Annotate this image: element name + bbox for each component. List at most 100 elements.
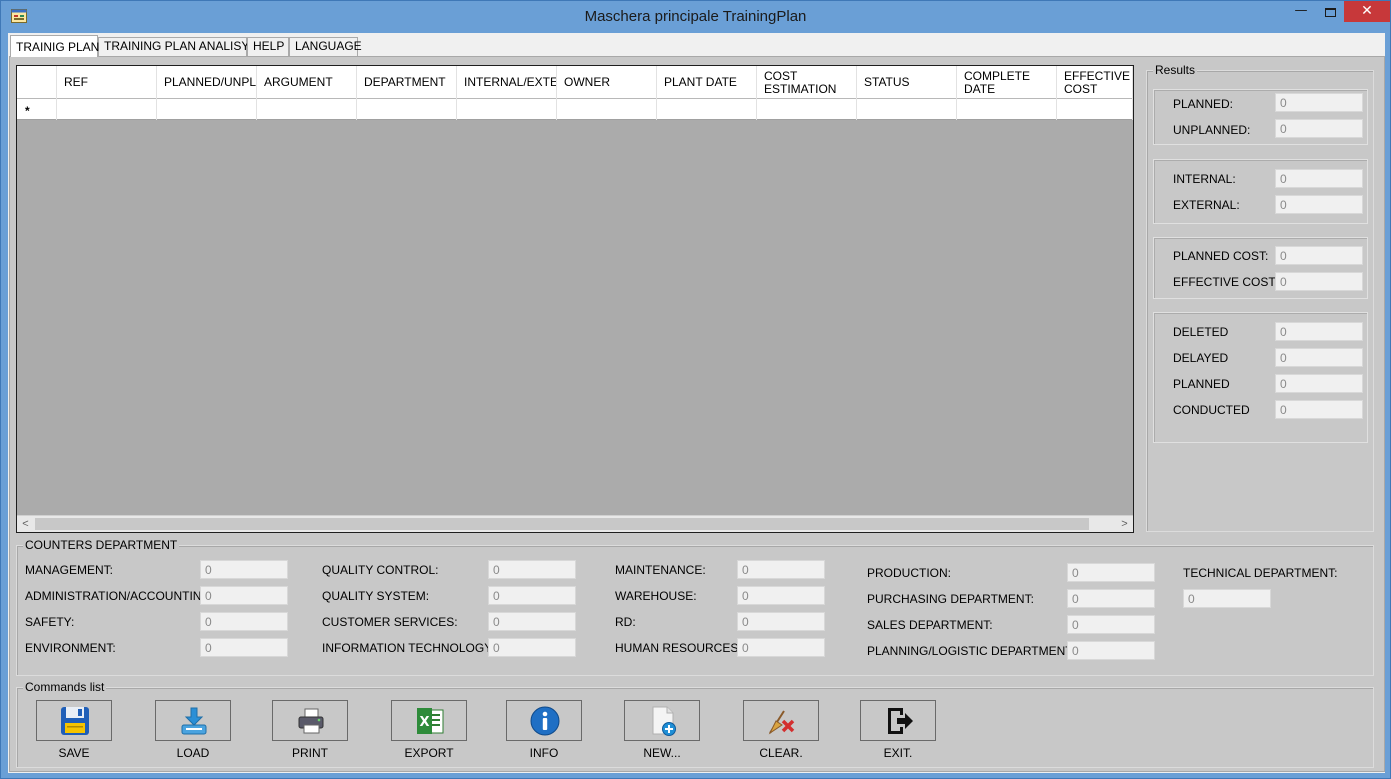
- column-header-planned-unplanned[interactable]: PLANNED/UNPLANNED: [157, 66, 257, 99]
- deleted-count-field[interactable]: 0: [1275, 322, 1363, 341]
- grid-cell[interactable]: [1057, 99, 1133, 120]
- column-header-argument[interactable]: ARGUMENT: [257, 66, 357, 99]
- purchasing-count-field[interactable]: 0: [1067, 589, 1155, 608]
- management-count-field[interactable]: 0: [200, 560, 288, 579]
- grid-cell[interactable]: [857, 99, 957, 120]
- grid-cell[interactable]: [457, 99, 557, 120]
- new-button[interactable]: [624, 700, 700, 741]
- safety-count-field[interactable]: 0: [200, 612, 288, 631]
- exit-button[interactable]: [860, 700, 936, 741]
- grid-header: REF PLANNED/UNPLANNED ARGUMENT DEPARTMEN…: [17, 66, 1133, 99]
- tab-training-plan-analysis[interactable]: TRAINING PLAN ANALISYS: [98, 37, 257, 56]
- production-count-field[interactable]: 0: [1067, 563, 1155, 582]
- grid-cell[interactable]: [557, 99, 657, 120]
- unplanned-count-field[interactable]: 0: [1275, 119, 1363, 138]
- exit-door-icon: [888, 708, 913, 734]
- column-header-internal-external[interactable]: INTERNAL/EXTERNAL: [457, 66, 557, 99]
- scroll-thumb[interactable]: [35, 518, 1089, 530]
- close-button[interactable]: ✕: [1344, 1, 1390, 22]
- scroll-left-button[interactable]: <: [17, 516, 34, 532]
- information-technology-count-field[interactable]: 0: [488, 638, 576, 657]
- internal-count-field[interactable]: 0: [1275, 169, 1363, 188]
- tab-language[interactable]: LANGUAGE: [289, 37, 362, 56]
- floppy-disk-icon: [61, 707, 89, 735]
- commands-list-title: Commands list: [23, 680, 107, 694]
- save-label: SAVE: [58, 746, 90, 760]
- planning-logistic-label: PLANNING/LOGISTIC DEPARTMENT:: [867, 644, 1075, 658]
- human-resources-count-field[interactable]: 0: [737, 638, 825, 657]
- external-label: EXTERNAL:: [1173, 198, 1240, 212]
- print-button[interactable]: [272, 700, 348, 741]
- new-row[interactable]: *: [17, 99, 1133, 120]
- clear-button[interactable]: [743, 700, 819, 741]
- effective-cost-field[interactable]: 0: [1275, 272, 1363, 291]
- training-plan-grid[interactable]: REF PLANNED/UNPLANNED ARGUMENT DEPARTMEN…: [16, 65, 1134, 533]
- training-plan-page: REF PLANNED/UNPLANNED ARGUMENT DEPARTMEN…: [9, 56, 1385, 772]
- column-header-department[interactable]: DEPARTMENT: [357, 66, 457, 99]
- grid-cell[interactable]: [57, 99, 157, 120]
- sales-count-field[interactable]: 0: [1067, 615, 1155, 634]
- grid-cell[interactable]: [757, 99, 857, 120]
- info-icon: [530, 706, 560, 736]
- clear-label: CLEAR.: [759, 746, 803, 760]
- print-label: PRINT: [292, 746, 328, 760]
- planned-cost-label: PLANNED COST:: [1173, 249, 1269, 263]
- environment-count-field[interactable]: 0: [200, 638, 288, 657]
- human-resources-label: HUMAN RESOURCES:: [615, 641, 742, 655]
- column-header-complete-date[interactable]: COMPLETE DATE: [957, 66, 1057, 99]
- tab-help[interactable]: HELP: [247, 37, 289, 56]
- column-header-effective-cost[interactable]: EFFECTIVE COST: [1057, 66, 1133, 99]
- quality-control-count-field[interactable]: 0: [488, 560, 576, 579]
- information-technology-label: INFORMATION TECHNOLOGY:: [322, 641, 495, 655]
- external-count-field[interactable]: 0: [1275, 195, 1363, 214]
- column-header-ref[interactable]: REF: [57, 66, 157, 99]
- title-bar[interactable]: Maschera principale TrainingPlan — ✕: [1, 1, 1390, 32]
- technical-department-count-field[interactable]: 0: [1183, 589, 1271, 608]
- safety-label: SAFETY:: [25, 615, 75, 629]
- counters-department-group: COUNTERS DEPARTMENT MANAGEMENT: 0 ADMINI…: [16, 538, 1374, 676]
- column-header-owner[interactable]: OWNER: [557, 66, 657, 99]
- delayed-count-field[interactable]: 0: [1275, 348, 1363, 367]
- planned-count-field[interactable]: 0: [1275, 93, 1363, 112]
- save-button[interactable]: [36, 700, 112, 741]
- rd-count-field[interactable]: 0: [737, 612, 825, 631]
- row-header[interactable]: *: [17, 99, 57, 120]
- technical-department-label: TECHNICAL DEPARTMENT:: [1183, 566, 1338, 580]
- status-planned-count-field[interactable]: 0: [1275, 374, 1363, 393]
- tab-training-plan[interactable]: TRAINIG PLAN: [10, 35, 99, 57]
- grid-cell[interactable]: [257, 99, 357, 120]
- info-button[interactable]: [506, 700, 582, 741]
- maintenance-count-field[interactable]: 0: [737, 560, 825, 579]
- load-label: LOAD: [176, 746, 210, 760]
- customer-services-count-field[interactable]: 0: [488, 612, 576, 631]
- column-header-plant-date[interactable]: PLANT DATE: [657, 66, 757, 99]
- quality-system-count-field[interactable]: 0: [488, 586, 576, 605]
- horizontal-scrollbar[interactable]: < >: [17, 515, 1133, 532]
- grid-cell[interactable]: [157, 99, 257, 120]
- window-title: Maschera principale TrainingPlan: [584, 8, 807, 25]
- quality-system-label: QUALITY SYSTEM:: [322, 589, 430, 603]
- commands-list-group: Commands list SAVE LOAD PRINT X EXPORT I…: [16, 680, 1374, 768]
- purchasing-label: PURCHASING DEPARTMENT:: [867, 592, 1034, 606]
- load-button[interactable]: [155, 700, 231, 741]
- counters-department-title: COUNTERS DEPARTMENT: [23, 538, 180, 552]
- administration-label: ADMINISTRATION/ACCOUNTING:: [25, 589, 215, 603]
- grid-cell[interactable]: [357, 99, 457, 120]
- maximize-button[interactable]: [1316, 4, 1344, 26]
- results-group: Results PLANNED: 0 UNPLANNED: 0 INTERNAL…: [1146, 63, 1374, 532]
- warehouse-count-field[interactable]: 0: [737, 586, 825, 605]
- unplanned-label: UNPLANNED:: [1173, 123, 1251, 137]
- maximize-icon: [1324, 8, 1336, 17]
- new-document-icon: [652, 706, 676, 736]
- conducted-count-field[interactable]: 0: [1275, 400, 1363, 419]
- grid-cell[interactable]: [957, 99, 1057, 120]
- column-header-cost-estimation[interactable]: COST ESTIMATION: [757, 66, 857, 99]
- administration-count-field[interactable]: 0: [200, 586, 288, 605]
- column-header-status[interactable]: STATUS: [857, 66, 957, 99]
- planning-logistic-count-field[interactable]: 0: [1067, 641, 1155, 660]
- grid-cell[interactable]: [657, 99, 757, 120]
- scroll-right-button[interactable]: >: [1116, 516, 1133, 532]
- planned-cost-field[interactable]: 0: [1275, 246, 1363, 265]
- export-button[interactable]: X: [391, 700, 467, 741]
- minimize-button[interactable]: —: [1286, 3, 1316, 25]
